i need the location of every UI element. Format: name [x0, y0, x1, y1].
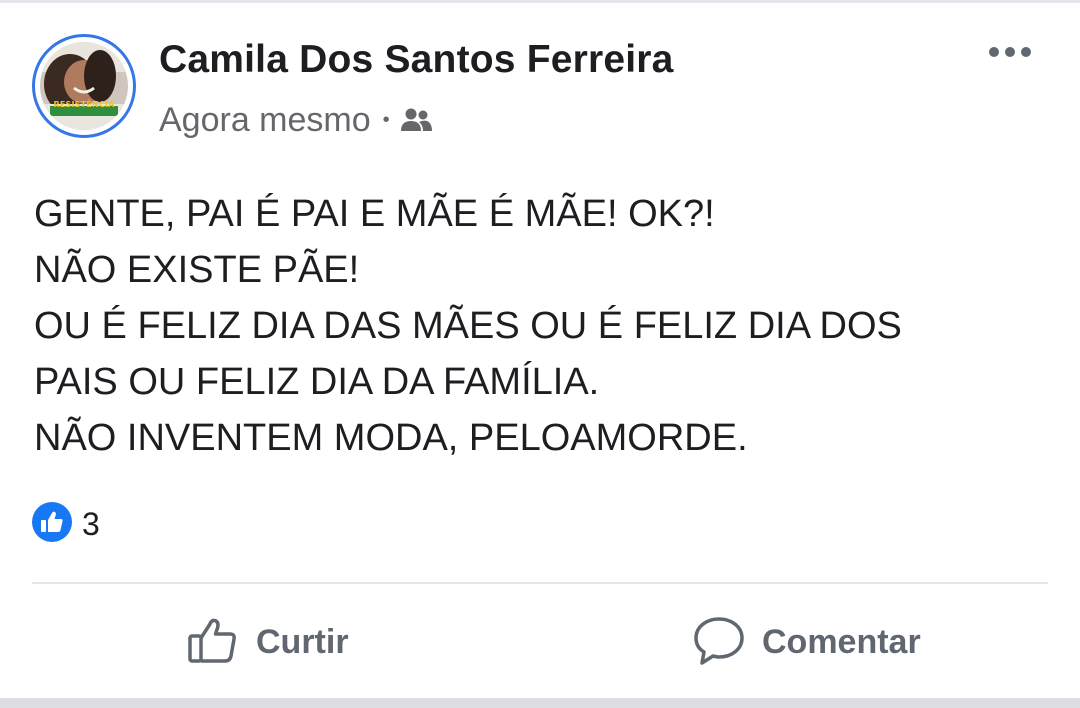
reactions-summary[interactable]: 3: [32, 501, 100, 547]
author-name[interactable]: Camila Dos Santos Ferreira: [159, 38, 674, 82]
more-options-button[interactable]: [980, 36, 1040, 72]
divider: [32, 582, 1048, 584]
post-text: GENTE, PAI É PAI E MÃE É MÃE! OK?! NÃO E…: [34, 186, 1054, 466]
more-dots-icon: [988, 45, 1032, 63]
post-meta: Agora mesmo •: [159, 100, 432, 140]
post-card: RESISTÊNCIA Camila Dos Santos Ferreira A…: [0, 0, 1080, 708]
bottom-separator-bar: [0, 698, 1080, 708]
post-text-line: NÃO EXISTE PÃE!: [34, 249, 360, 291]
timestamp[interactable]: Agora mesmo: [159, 101, 371, 140]
meta-separator: •: [382, 109, 390, 131]
comment-icon: [692, 613, 746, 672]
avatar-photo: [40, 42, 128, 130]
post-text-line: GENTE, PAI É PAI E MÃE É MÃE! OK?!: [34, 193, 715, 235]
comment-label: Comentar: [762, 622, 921, 661]
like-reaction-icon: [32, 501, 72, 547]
post-text-line: PAIS OU FELIZ DIA DA FAMÍLIA.: [34, 361, 600, 403]
thumbs-up-icon: [186, 613, 240, 672]
avatar[interactable]: RESISTÊNCIA: [32, 34, 136, 138]
comment-button[interactable]: Comentar: [692, 614, 921, 670]
post-text-line: OU É FELIZ DIA DAS MÃES OU É FELIZ DIA D…: [34, 305, 902, 347]
like-label: Curtir: [256, 622, 349, 661]
like-button[interactable]: Curtir: [186, 614, 349, 670]
top-edge: [0, 0, 1080, 3]
friends-icon[interactable]: [400, 107, 432, 133]
reaction-count: 3: [82, 505, 100, 542]
avatar-badge: RESISTÊNCIA: [53, 100, 115, 109]
post-text-line: NÃO INVENTEM MODA, PELOAMORDE.: [34, 417, 748, 459]
